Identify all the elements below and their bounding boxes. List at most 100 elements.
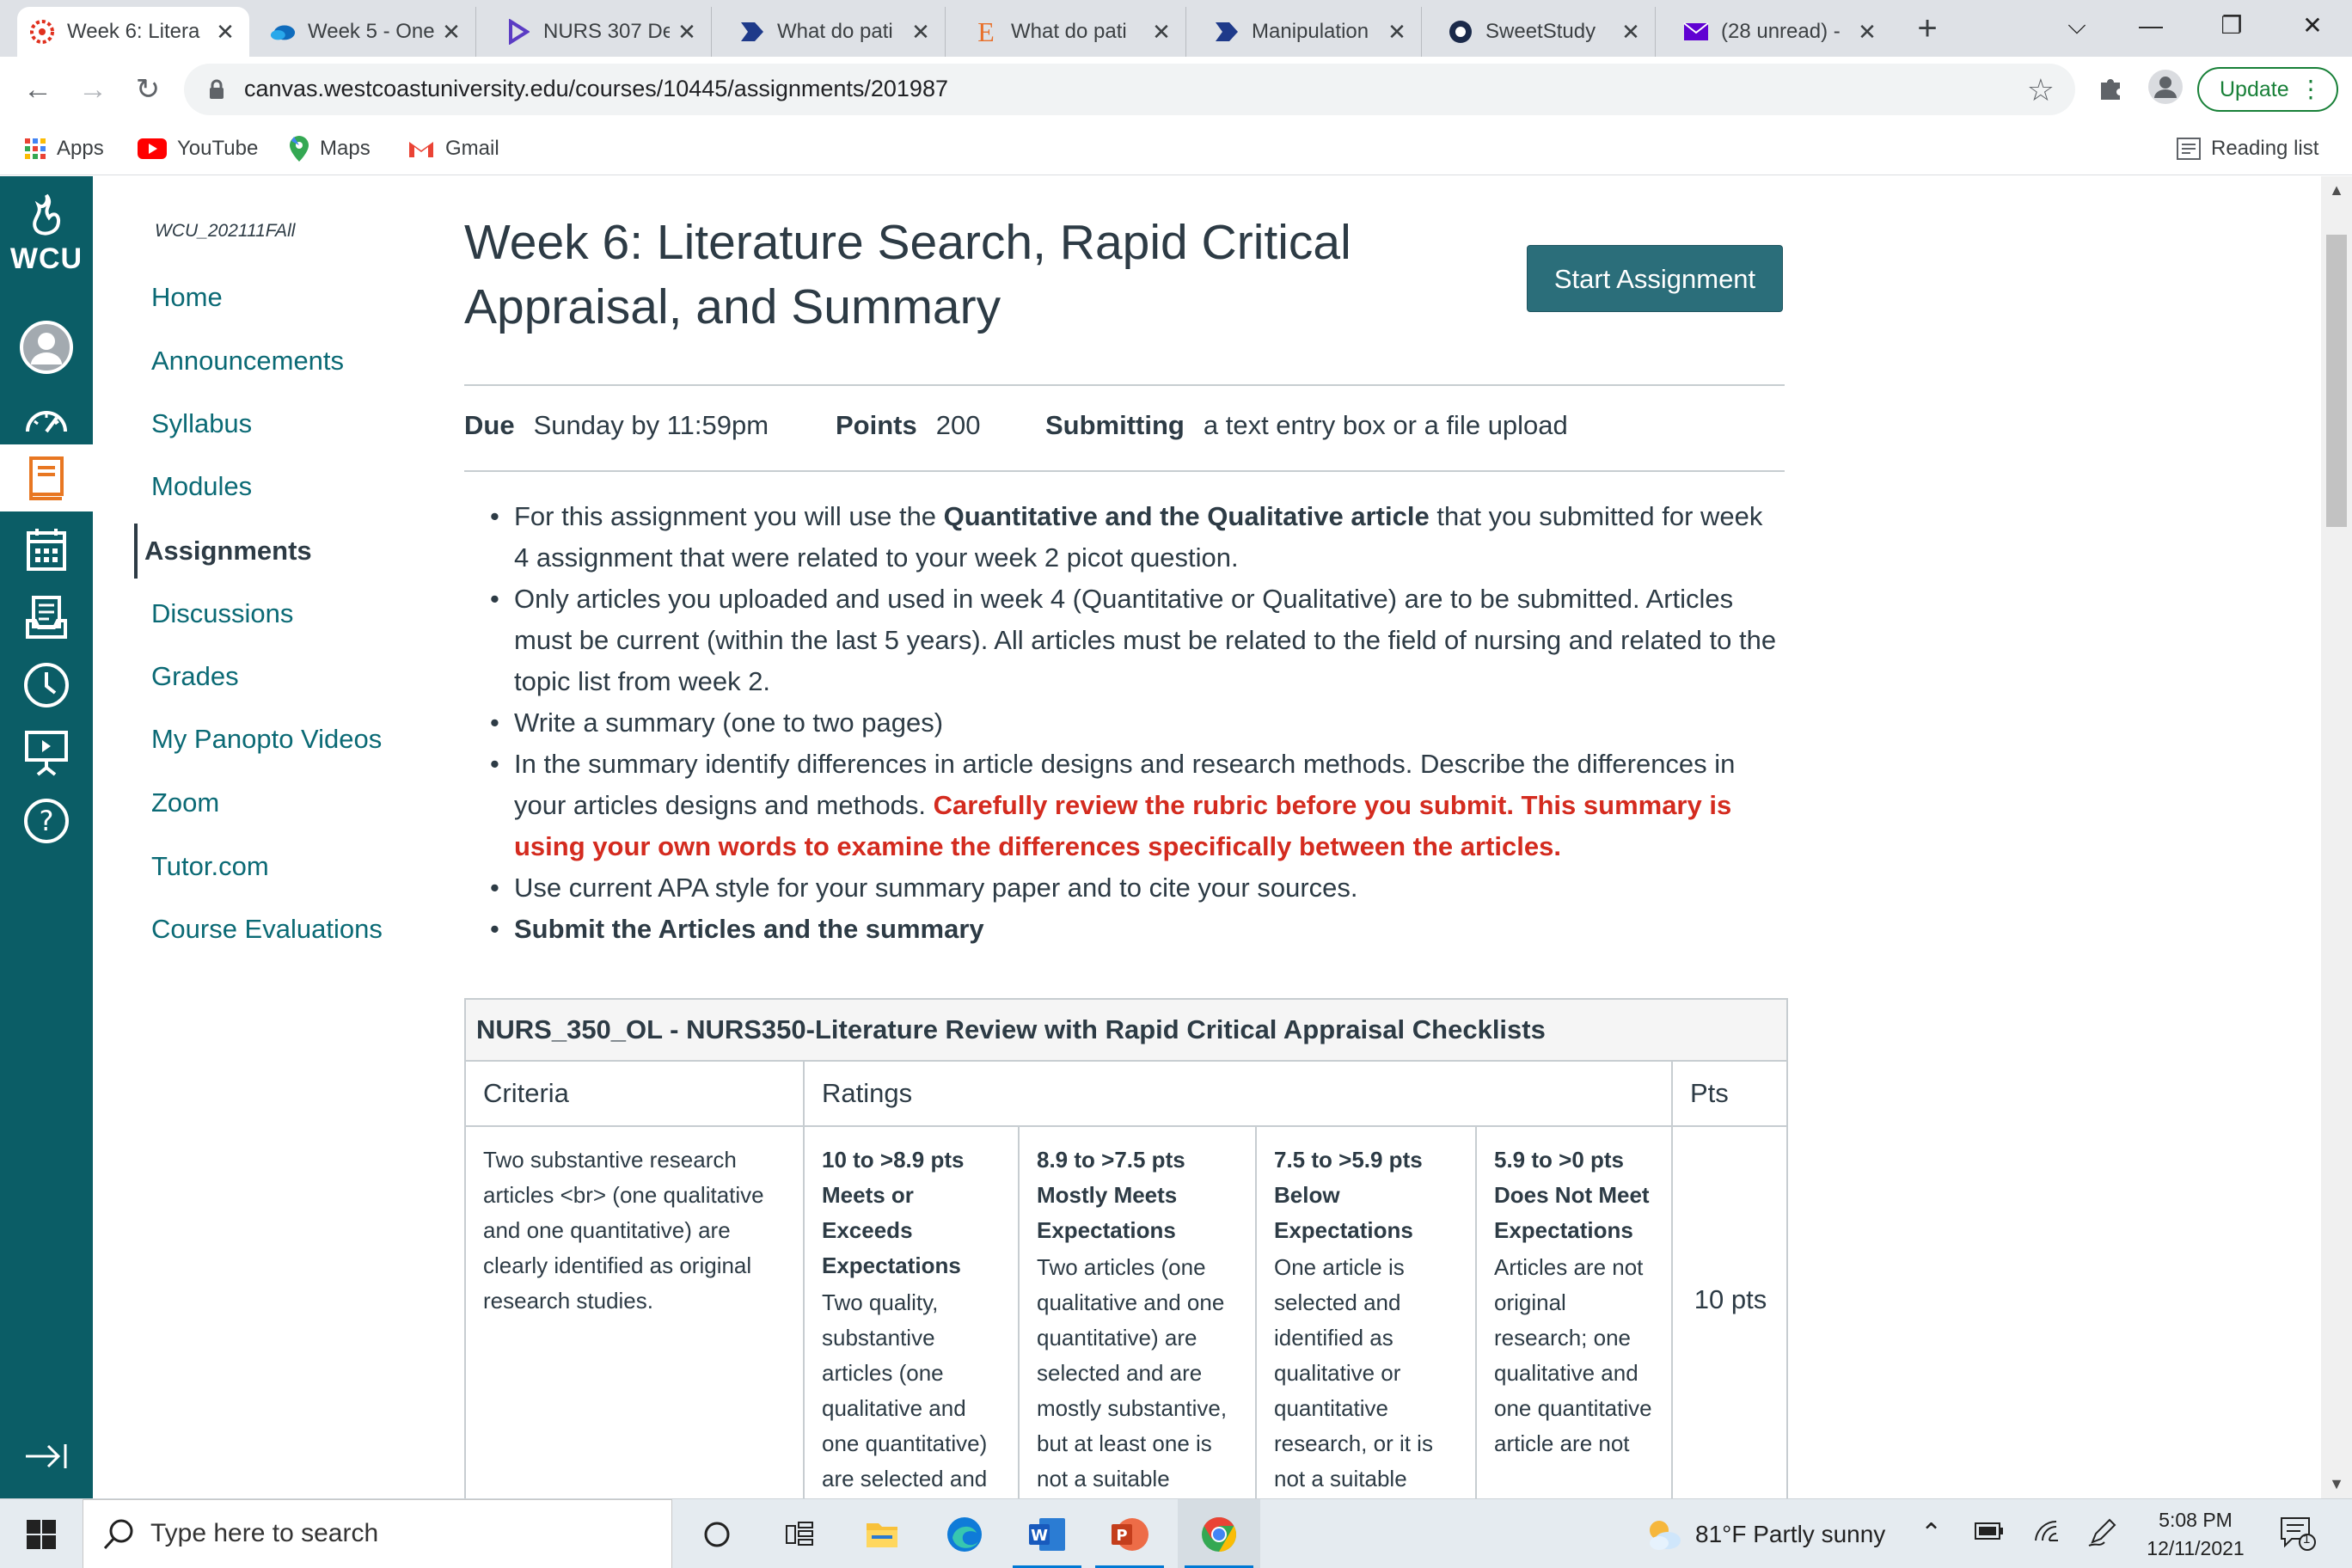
course-nav-evaluations[interactable]: Course Evaluations xyxy=(144,908,383,951)
rating-description: Articles are not original research; one … xyxy=(1494,1254,1652,1456)
minimize-button[interactable]: — xyxy=(2116,0,2185,52)
close-icon[interactable]: ✕ xyxy=(909,19,933,46)
close-icon[interactable]: ✕ xyxy=(675,19,699,46)
edge-button[interactable] xyxy=(923,1499,1006,1568)
collapse-nav-button[interactable] xyxy=(0,1423,93,1490)
instruction-item: Write a summary (one to two pages) xyxy=(490,702,1785,744)
instruction-item: For this assignment you will use the Qua… xyxy=(490,496,1785,579)
tab-week6[interactable]: Week 6: Litera ✕ xyxy=(17,7,249,57)
tab-search-chevron-icon[interactable]: ⌵ xyxy=(2043,0,2111,52)
windows-start-button[interactable] xyxy=(0,1499,83,1568)
tab-week5[interactable]: Week 5 - One ✕ xyxy=(258,7,476,57)
chevron-up-icon[interactable]: ⌃ xyxy=(1920,1518,1942,1548)
cortana-circle-icon xyxy=(704,1522,730,1547)
rating-title: Below Expectations xyxy=(1274,1182,1413,1243)
battery-icon[interactable] xyxy=(1974,1520,2005,1549)
dashboard-nav[interactable] xyxy=(0,386,93,453)
course-nav-syllabus[interactable]: Syllabus xyxy=(144,402,252,445)
submitting-value: a text entry box or a file upload xyxy=(1203,410,1568,440)
rubric-table: NURS_350_OL - NURS350-Literature Review … xyxy=(464,998,1788,1498)
close-icon[interactable]: ✕ xyxy=(1619,19,1643,46)
course-nav-panopto[interactable]: My Panopto Videos xyxy=(144,718,382,761)
pen-icon[interactable] xyxy=(2087,1516,2118,1554)
course-nav-modules[interactable]: Modules xyxy=(144,465,252,508)
courses-nav[interactable] xyxy=(0,444,93,511)
close-icon[interactable]: ✕ xyxy=(1149,19,1173,46)
search-icon xyxy=(103,1519,133,1550)
chrome-icon xyxy=(1202,1516,1236,1552)
history-nav[interactable] xyxy=(0,652,93,719)
chrome-button[interactable] xyxy=(1178,1499,1260,1568)
task-view-button[interactable] xyxy=(758,1499,841,1568)
account-nav[interactable] xyxy=(0,314,93,381)
calendar-nav[interactable] xyxy=(0,516,93,583)
course-nav-tutor[interactable]: Tutor.com xyxy=(144,845,269,888)
close-icon[interactable]: ✕ xyxy=(1855,19,1879,46)
bookmark-gmail[interactable]: Gmail xyxy=(407,132,499,165)
bookmark-star-icon[interactable]: ☆ xyxy=(2027,72,2055,108)
forward-button[interactable]: → xyxy=(74,70,112,108)
scroll-up-arrow-icon[interactable]: ▲ xyxy=(2321,181,2352,199)
profile-icon[interactable] xyxy=(2147,69,2184,112)
close-icon[interactable]: ✕ xyxy=(213,19,237,46)
address-bar[interactable]: canvas.westcoastuniversity.edu/courses/1… xyxy=(184,64,2075,115)
notification-center-button[interactable]: 1 xyxy=(2278,1515,2316,1559)
course-nav-announcements[interactable]: Announcements xyxy=(144,340,344,383)
word-button[interactable]: W xyxy=(1006,1499,1088,1568)
weather-widget[interactable]: 81°F Partly sunny xyxy=(1644,1518,1885,1551)
instruction-item: Use current APA style for your summary p… xyxy=(490,867,1785,909)
cortana-button[interactable] xyxy=(676,1499,758,1568)
wcu-logo[interactable]: WCU xyxy=(0,193,93,276)
reading-list-button[interactable]: Reading list xyxy=(2177,132,2318,165)
inbox-nav[interactable] xyxy=(0,584,93,651)
wifi-icon[interactable] xyxy=(2032,1518,2061,1551)
tab-sweetstudy[interactable]: SweetStudy ✕ xyxy=(1436,7,1656,57)
extensions-icon[interactable] xyxy=(2096,72,2125,108)
close-window-button[interactable]: ✕ xyxy=(2278,0,2347,52)
tab-mail[interactable]: (28 unread) - ✕ xyxy=(1671,7,1891,57)
close-icon[interactable]: ✕ xyxy=(1385,19,1409,46)
back-button[interactable]: ← xyxy=(19,70,57,108)
scroll-thumb[interactable] xyxy=(2326,235,2347,527)
system-clock[interactable]: 5:08 PM 12/11/2021 xyxy=(2135,1506,2256,1563)
close-icon[interactable]: ✕ xyxy=(439,19,463,46)
assignment-content: Week 6: Literature Search, Rapid Critica… xyxy=(437,176,2321,1498)
reload-button[interactable]: ↻ xyxy=(129,70,167,108)
update-button[interactable]: Update ⋮ xyxy=(2197,67,2338,112)
powerpoint-icon: P xyxy=(1112,1517,1148,1551)
course-nav-discussions[interactable]: Discussions xyxy=(144,592,293,635)
course-nav-assignments[interactable]: Assignments xyxy=(134,524,312,579)
taskbar-search-box[interactable]: Type here to search xyxy=(83,1499,672,1568)
rating-cell[interactable]: 7.5 to >5.9 pts Below Expectations One a… xyxy=(1257,1127,1475,1498)
page-scrollbar[interactable]: ▲ ▼ xyxy=(2321,176,2352,1498)
restore-button[interactable]: ❐ xyxy=(2197,0,2266,52)
rating-cell[interactable]: 5.9 to >0 pts Does Not Meet Expectations… xyxy=(1477,1127,1671,1498)
studio-nav[interactable] xyxy=(0,720,93,787)
rating-cell[interactable]: 10 to >8.9 pts Meets or Exceeds Expectat… xyxy=(805,1127,1018,1498)
course-nav-zoom[interactable]: Zoom xyxy=(144,781,219,824)
points: Points 200 xyxy=(836,410,980,441)
course-navigation: WCU_202111FAll Home Announcements Syllab… xyxy=(93,176,437,1498)
scroll-down-arrow-icon[interactable]: ▼ xyxy=(2321,1475,2352,1493)
bookmark-label: Maps xyxy=(320,137,371,160)
powerpoint-button[interactable]: P xyxy=(1088,1499,1171,1568)
tab-what-do-patients-1[interactable]: What do pati ✕ xyxy=(727,7,946,57)
start-assignment-button[interactable]: Start Assignment xyxy=(1527,245,1783,312)
bookmark-apps[interactable]: Apps xyxy=(24,132,104,165)
file-explorer-button[interactable] xyxy=(841,1499,923,1568)
tab-what-do-patients-2[interactable]: E What do pati ✕ xyxy=(961,7,1186,57)
flame-logo-icon xyxy=(33,193,60,236)
ratings-header: Ratings xyxy=(822,1078,913,1108)
svg-text:P: P xyxy=(1116,1527,1127,1545)
bookmark-maps[interactable]: Maps xyxy=(289,132,371,165)
tab-nurs307[interactable]: NURS 307 De ✕ xyxy=(493,7,712,57)
new-tab-button[interactable]: + xyxy=(1910,9,1945,48)
rating-cell[interactable]: 8.9 to >7.5 pts Mostly Meets Expectation… xyxy=(1020,1127,1255,1498)
help-nav[interactable]: ? xyxy=(0,787,93,854)
course-nav-grades[interactable]: Grades xyxy=(144,655,239,698)
onedrive-icon xyxy=(270,19,296,45)
course-nav-home[interactable]: Home xyxy=(144,276,223,319)
tab-manipulation[interactable]: Manipulation ✕ xyxy=(1202,7,1422,57)
calendar-icon xyxy=(27,529,66,571)
bookmark-youtube[interactable]: YouTube xyxy=(138,132,258,165)
